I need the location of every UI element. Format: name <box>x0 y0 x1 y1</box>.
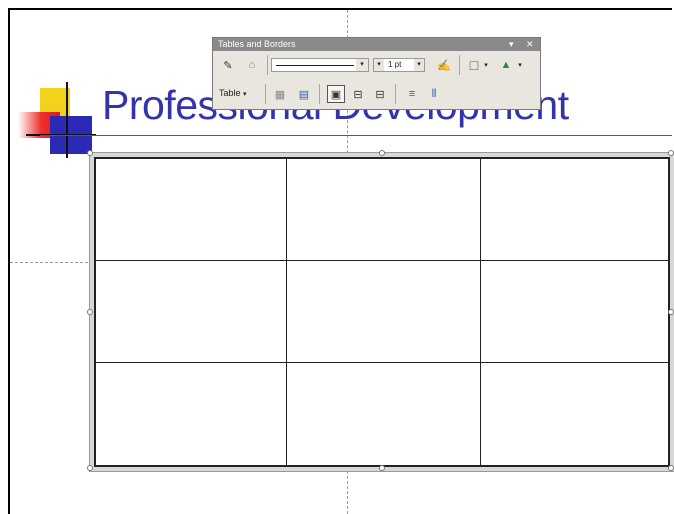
line-weight-value: 1 pt <box>388 60 402 69</box>
table-column-divider[interactable] <box>286 157 287 467</box>
line-weight-select[interactable]: ▾ 1 pt ▾ <box>373 58 425 72</box>
line-style-select[interactable]: ▾ <box>271 58 369 72</box>
slide-table[interactable] <box>94 157 670 467</box>
logo-vertical-line <box>66 82 68 158</box>
resize-handle-top-left[interactable] <box>87 150 93 156</box>
chevron-down-icon: ▾ <box>518 62 522 69</box>
resize-handle-top-right[interactable] <box>668 150 674 156</box>
toolbar-title: Tables and Borders <box>218 39 296 49</box>
resize-handle-bottom-right[interactable] <box>668 465 674 471</box>
toolbar-row-2: Table ▾ ▦ ▤ ▣ ⊟ ⊟ ≡ ⫴ <box>213 81 540 107</box>
toolbar-separator <box>265 84 266 104</box>
border-color-pen-icon[interactable]: ✍ <box>435 56 453 74</box>
insert-table-icon[interactable]: ▦ <box>271 85 289 103</box>
align-top-icon[interactable]: ⊟ <box>349 85 367 103</box>
distribute-rows-icon[interactable]: ≡ <box>403 85 421 103</box>
chevron-down-icon[interactable]: ▾ <box>414 59 424 71</box>
eraser-icon[interactable]: ⌂ <box>243 56 261 74</box>
table-row-divider[interactable] <box>94 362 670 363</box>
table-row-divider[interactable] <box>94 260 670 261</box>
chevron-down-icon: ▾ <box>484 62 488 69</box>
line-style-sample <box>276 65 354 66</box>
chevron-down-icon: ▾ <box>243 91 247 98</box>
chevron-down-icon[interactable]: ▾ <box>515 56 525 74</box>
toolbar-separator <box>395 84 396 104</box>
toolbar-options-icon[interactable]: ▾ <box>509 38 514 51</box>
resize-handle-bottom-middle[interactable] <box>379 465 385 471</box>
toolbar-row-1: ✎ ⌂ ▾ ▾ 1 pt ▾ ✍ □ ▾ ▲ ▾ <box>213 52 540 78</box>
table-column-divider[interactable] <box>480 157 481 467</box>
align-bottom-icon[interactable]: ⊟ <box>371 85 389 103</box>
resize-handle-middle-right[interactable] <box>668 309 674 315</box>
toolbar-separator <box>319 84 320 104</box>
tables-and-borders-toolbar[interactable]: Tables and Borders ▾ ✕ ✎ ⌂ ▾ ▾ 1 pt ▾ ✍ … <box>212 37 541 110</box>
toolbar-separator <box>267 55 268 75</box>
chevron-down-icon[interactable]: ▾ <box>481 56 491 74</box>
split-cells-icon[interactable]: ▣ <box>327 85 345 103</box>
close-icon[interactable]: ✕ <box>526 38 534 51</box>
table-menu-button[interactable]: Table ▾ <box>219 88 247 98</box>
table-menu-label: Table <box>219 88 241 98</box>
merge-cells-icon[interactable]: ▤ <box>295 85 313 103</box>
template-logo <box>18 82 98 158</box>
resize-handle-bottom-left[interactable] <box>87 465 93 471</box>
resize-handle-middle-left[interactable] <box>87 309 93 315</box>
resize-handle-top-middle[interactable] <box>379 150 385 156</box>
fill-color-bucket-icon[interactable]: ▲ <box>497 56 515 74</box>
toolbar-separator <box>459 55 460 75</box>
toolbar-titlebar[interactable]: Tables and Borders ▾ ✕ <box>213 38 540 51</box>
title-underline <box>40 135 672 136</box>
distribute-columns-icon[interactable]: ⫴ <box>425 85 443 103</box>
chevron-down-icon[interactable]: ▾ <box>356 59 368 71</box>
chevron-down-icon[interactable]: ▾ <box>374 59 384 71</box>
draw-table-pencil-icon[interactable]: ✎ <box>219 56 237 74</box>
